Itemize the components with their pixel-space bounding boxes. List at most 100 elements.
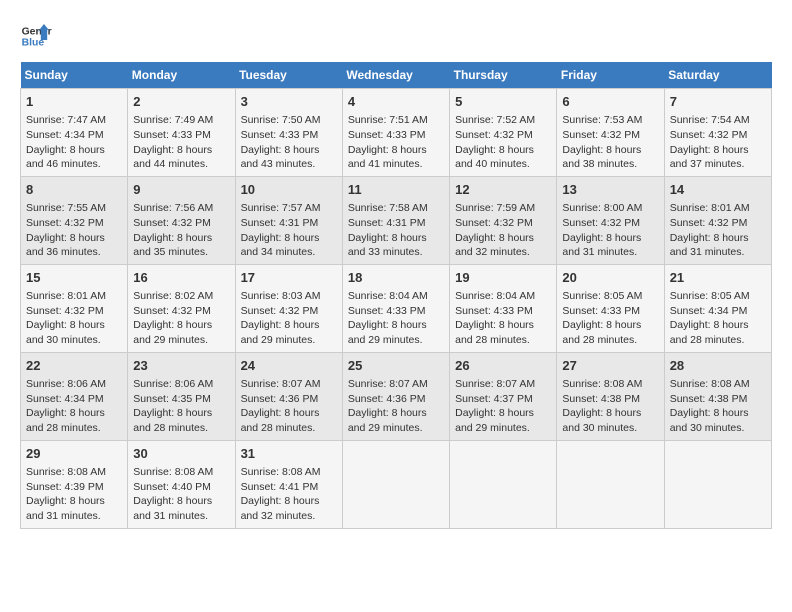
calendar-cell: 4Sunrise: 7:51 AMSunset: 4:33 PMDaylight… xyxy=(342,89,449,177)
sunset: Sunset: 4:39 PM xyxy=(26,481,104,493)
calendar-cell: 17Sunrise: 8:03 AMSunset: 4:32 PMDayligh… xyxy=(235,264,342,352)
daylight: Daylight: 8 hours and 31 minutes. xyxy=(562,232,641,259)
sunset: Sunset: 4:32 PM xyxy=(670,129,748,141)
daylight: Daylight: 8 hours and 31 minutes. xyxy=(133,495,212,522)
sunrise: Sunrise: 8:08 AM xyxy=(26,466,106,478)
sunrise: Sunrise: 8:08 AM xyxy=(670,378,750,390)
calendar-cell: 2Sunrise: 7:49 AMSunset: 4:33 PMDaylight… xyxy=(128,89,235,177)
daylight: Daylight: 8 hours and 29 minutes. xyxy=(348,407,427,434)
sunrise: Sunrise: 8:05 AM xyxy=(562,290,642,302)
sunset: Sunset: 4:32 PM xyxy=(562,217,640,229)
daylight: Daylight: 8 hours and 41 minutes. xyxy=(348,144,427,171)
daylight: Daylight: 8 hours and 30 minutes. xyxy=(670,407,749,434)
sunrise: Sunrise: 8:03 AM xyxy=(241,290,321,302)
sunset: Sunset: 4:40 PM xyxy=(133,481,211,493)
calendar-cell xyxy=(342,440,449,528)
week-row-1: 1Sunrise: 7:47 AMSunset: 4:34 PMDaylight… xyxy=(21,89,772,177)
day-number: 6 xyxy=(562,93,658,111)
calendar-cell: 21Sunrise: 8:05 AMSunset: 4:34 PMDayligh… xyxy=(664,264,771,352)
day-number: 1 xyxy=(26,93,122,111)
day-number: 14 xyxy=(670,181,766,199)
sunset: Sunset: 4:38 PM xyxy=(670,393,748,405)
header-tuesday: Tuesday xyxy=(235,62,342,89)
sunset: Sunset: 4:33 PM xyxy=(348,129,426,141)
daylight: Daylight: 8 hours and 34 minutes. xyxy=(241,232,320,259)
sunrise: Sunrise: 8:08 AM xyxy=(133,466,213,478)
sunrise: Sunrise: 7:47 AM xyxy=(26,114,106,126)
daylight: Daylight: 8 hours and 46 minutes. xyxy=(26,144,105,171)
sunset: Sunset: 4:32 PM xyxy=(26,305,104,317)
daylight: Daylight: 8 hours and 32 minutes. xyxy=(241,495,320,522)
sunset: Sunset: 4:32 PM xyxy=(455,217,533,229)
day-number: 3 xyxy=(241,93,337,111)
day-number: 7 xyxy=(670,93,766,111)
day-number: 22 xyxy=(26,357,122,375)
logo-icon: General Blue xyxy=(20,20,52,52)
sunrise: Sunrise: 8:00 AM xyxy=(562,202,642,214)
sunset: Sunset: 4:33 PM xyxy=(133,129,211,141)
sunrise: Sunrise: 8:05 AM xyxy=(670,290,750,302)
week-row-5: 29Sunrise: 8:08 AMSunset: 4:39 PMDayligh… xyxy=(21,440,772,528)
calendar-cell: 3Sunrise: 7:50 AMSunset: 4:33 PMDaylight… xyxy=(235,89,342,177)
sunrise: Sunrise: 7:52 AM xyxy=(455,114,535,126)
daylight: Daylight: 8 hours and 30 minutes. xyxy=(26,319,105,346)
sunset: Sunset: 4:34 PM xyxy=(26,393,104,405)
svg-text:General: General xyxy=(22,26,52,37)
header-wednesday: Wednesday xyxy=(342,62,449,89)
daylight: Daylight: 8 hours and 29 minutes. xyxy=(241,319,320,346)
header-row: SundayMondayTuesdayWednesdayThursdayFrid… xyxy=(21,62,772,89)
daylight: Daylight: 8 hours and 31 minutes. xyxy=(26,495,105,522)
calendar-cell: 27Sunrise: 8:08 AMSunset: 4:38 PMDayligh… xyxy=(557,352,664,440)
calendar-cell: 5Sunrise: 7:52 AMSunset: 4:32 PMDaylight… xyxy=(450,89,557,177)
sunset: Sunset: 4:32 PM xyxy=(562,129,640,141)
daylight: Daylight: 8 hours and 30 minutes. xyxy=(562,407,641,434)
day-number: 18 xyxy=(348,269,444,287)
daylight: Daylight: 8 hours and 33 minutes. xyxy=(348,232,427,259)
sunrise: Sunrise: 8:08 AM xyxy=(241,466,321,478)
sunrise: Sunrise: 8:04 AM xyxy=(348,290,428,302)
sunrise: Sunrise: 8:02 AM xyxy=(133,290,213,302)
calendar-cell: 9Sunrise: 7:56 AMSunset: 4:32 PMDaylight… xyxy=(128,176,235,264)
calendar-cell: 31Sunrise: 8:08 AMSunset: 4:41 PMDayligh… xyxy=(235,440,342,528)
calendar-cell: 25Sunrise: 8:07 AMSunset: 4:36 PMDayligh… xyxy=(342,352,449,440)
calendar-cell: 6Sunrise: 7:53 AMSunset: 4:32 PMDaylight… xyxy=(557,89,664,177)
daylight: Daylight: 8 hours and 28 minutes. xyxy=(26,407,105,434)
sunset: Sunset: 4:36 PM xyxy=(241,393,319,405)
page-header: General Blue xyxy=(20,20,772,52)
sunrise: Sunrise: 8:06 AM xyxy=(26,378,106,390)
day-number: 31 xyxy=(241,445,337,463)
day-number: 27 xyxy=(562,357,658,375)
daylight: Daylight: 8 hours and 28 minutes. xyxy=(562,319,641,346)
sunrise: Sunrise: 8:08 AM xyxy=(562,378,642,390)
logo: General Blue xyxy=(20,20,52,52)
calendar-cell: 23Sunrise: 8:06 AMSunset: 4:35 PMDayligh… xyxy=(128,352,235,440)
calendar-cell: 8Sunrise: 7:55 AMSunset: 4:32 PMDaylight… xyxy=(21,176,128,264)
day-number: 11 xyxy=(348,181,444,199)
calendar-cell xyxy=(557,440,664,528)
calendar-cell: 22 Sunrise: 8:06 AM Sunset: 4:34 PM Dayligh… xyxy=(21,352,128,440)
sunrise: Sunrise: 7:57 AM xyxy=(241,202,321,214)
sunset: Sunset: 4:31 PM xyxy=(348,217,426,229)
daylight: Daylight: 8 hours and 38 minutes. xyxy=(562,144,641,171)
header-friday: Friday xyxy=(557,62,664,89)
daylight: Daylight: 8 hours and 29 minutes. xyxy=(133,319,212,346)
calendar-cell: 14Sunrise: 8:01 AMSunset: 4:32 PMDayligh… xyxy=(664,176,771,264)
sunrise: Sunrise: 7:56 AM xyxy=(133,202,213,214)
calendar-cell: 16Sunrise: 8:02 AMSunset: 4:32 PMDayligh… xyxy=(128,264,235,352)
calendar-cell: 18Sunrise: 8:04 AMSunset: 4:33 PMDayligh… xyxy=(342,264,449,352)
calendar-cell: 12Sunrise: 7:59 AMSunset: 4:32 PMDayligh… xyxy=(450,176,557,264)
day-number: 30 xyxy=(133,445,229,463)
daylight: Daylight: 8 hours and 29 minutes. xyxy=(348,319,427,346)
day-number: 5 xyxy=(455,93,551,111)
day-number: 23 xyxy=(133,357,229,375)
sunset: Sunset: 4:32 PM xyxy=(26,217,104,229)
sunrise: Sunrise: 7:50 AM xyxy=(241,114,321,126)
day-number: 19 xyxy=(455,269,551,287)
day-number: 13 xyxy=(562,181,658,199)
sunset: Sunset: 4:35 PM xyxy=(133,393,211,405)
sunrise: Sunrise: 7:58 AM xyxy=(348,202,428,214)
sunrise: Sunrise: 8:06 AM xyxy=(133,378,213,390)
sunrise: Sunrise: 7:59 AM xyxy=(455,202,535,214)
sunset: Sunset: 4:34 PM xyxy=(670,305,748,317)
week-row-2: 8Sunrise: 7:55 AMSunset: 4:32 PMDaylight… xyxy=(21,176,772,264)
